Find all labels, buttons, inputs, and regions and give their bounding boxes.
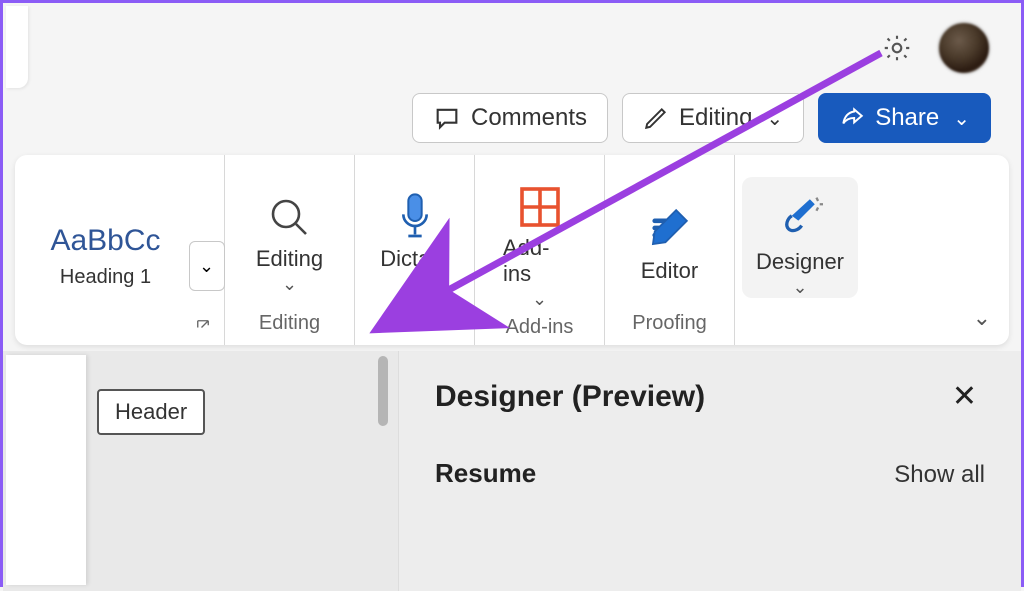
share-button[interactable]: Share ⌄ (818, 93, 991, 143)
scrollbar-thumb[interactable] (378, 356, 388, 426)
title-bar (3, 3, 1021, 93)
comments-button[interactable]: Comments (412, 93, 608, 143)
editor-button[interactable]: Editor (613, 186, 726, 284)
document-tab-stub (6, 6, 28, 88)
settings-button[interactable] (877, 28, 917, 68)
group-label-empty (797, 306, 803, 339)
comments-label: Comments (471, 104, 587, 132)
gear-icon (881, 32, 913, 64)
styles-more-button[interactable]: ⌄ (189, 241, 225, 291)
ribbon: AaBbCc Heading 1 ⌄ Editing ⌄ (15, 155, 1009, 345)
header-indicator[interactable]: Header (97, 389, 205, 435)
group-label-addins: Add-ins (506, 310, 574, 343)
search-icon (266, 194, 314, 242)
styles-group: AaBbCc Heading 1 ⌄ (15, 155, 225, 345)
header-indicator-label: Header (115, 399, 187, 424)
editor-pen-icon (644, 202, 694, 254)
styles-dialog-launcher[interactable] (192, 315, 214, 337)
page-surface[interactable] (6, 355, 86, 585)
share-label: Share (875, 104, 939, 132)
document-area: Header (3, 351, 398, 591)
user-avatar[interactable] (937, 21, 991, 75)
close-panel-button[interactable]: ✕ (944, 375, 985, 418)
dialog-launcher-icon (194, 317, 212, 335)
pen-icon (643, 105, 669, 131)
panel-title: Designer (Preview) (435, 380, 705, 414)
close-icon: ✕ (952, 380, 977, 413)
editing-mode-button[interactable]: Editing ⌄ (622, 93, 804, 143)
dictate-button-label: Dictate (380, 246, 448, 272)
chevron-down-icon: ⌄ (532, 289, 547, 310)
brush-icon (777, 193, 823, 245)
workspace: Header Designer (Preview) ✕ Resume Show … (3, 351, 1021, 591)
addins-button-label: Add-ins (503, 235, 576, 287)
group-label-proofing: Proofing (632, 306, 707, 339)
editing-button-label: Editing (256, 246, 323, 272)
chevron-down-icon: ⌄ (973, 305, 991, 330)
action-row: Comments Editing ⌄ Share ⌄ (3, 93, 1021, 155)
designer-panel: Designer (Preview) ✕ Resume Show all (398, 351, 1021, 591)
editing-label: Editing (679, 104, 752, 132)
chevron-down-icon: ⌄ (407, 274, 422, 295)
proofing-group: Editor Proofing (605, 155, 735, 345)
addins-group: Add-ins ⌄ Add-ins (475, 155, 605, 345)
designer-group: Designer ⌄ (735, 155, 875, 345)
chevron-down-icon: ⌄ (792, 277, 807, 298)
show-all-link[interactable]: Show all (894, 461, 985, 489)
share-icon (839, 105, 865, 131)
grid-icon (516, 183, 564, 231)
editor-button-label: Editor (641, 258, 698, 284)
microphone-icon (395, 190, 435, 242)
chevron-down-icon: ⌄ (199, 256, 214, 277)
voice-group: Dictate ⌄ Voice (355, 155, 475, 345)
editing-group: Editing ⌄ Editing (225, 155, 355, 345)
chevron-down-icon: ⌄ (766, 106, 783, 131)
comment-icon (433, 104, 461, 132)
editing-button[interactable]: Editing ⌄ (228, 174, 351, 295)
group-label-editing: Editing (259, 306, 320, 339)
designer-button-label: Designer (756, 249, 844, 275)
chevron-down-icon: ⌄ (953, 106, 970, 131)
style-preview-text: AaBbCc (50, 224, 160, 258)
dictate-button[interactable]: Dictate ⌄ (352, 174, 476, 295)
chevron-down-icon: ⌄ (282, 274, 297, 295)
group-label-voice: Voice (390, 306, 439, 339)
style-heading1[interactable]: AaBbCc Heading 1 (31, 197, 181, 315)
designer-button[interactable]: Designer ⌄ (742, 177, 858, 298)
panel-section-label: Resume (435, 458, 536, 489)
addins-button[interactable]: Add-ins ⌄ (475, 163, 604, 310)
style-name-label: Heading 1 (60, 266, 151, 289)
collapse-ribbon-button[interactable]: ⌄ (973, 305, 991, 331)
